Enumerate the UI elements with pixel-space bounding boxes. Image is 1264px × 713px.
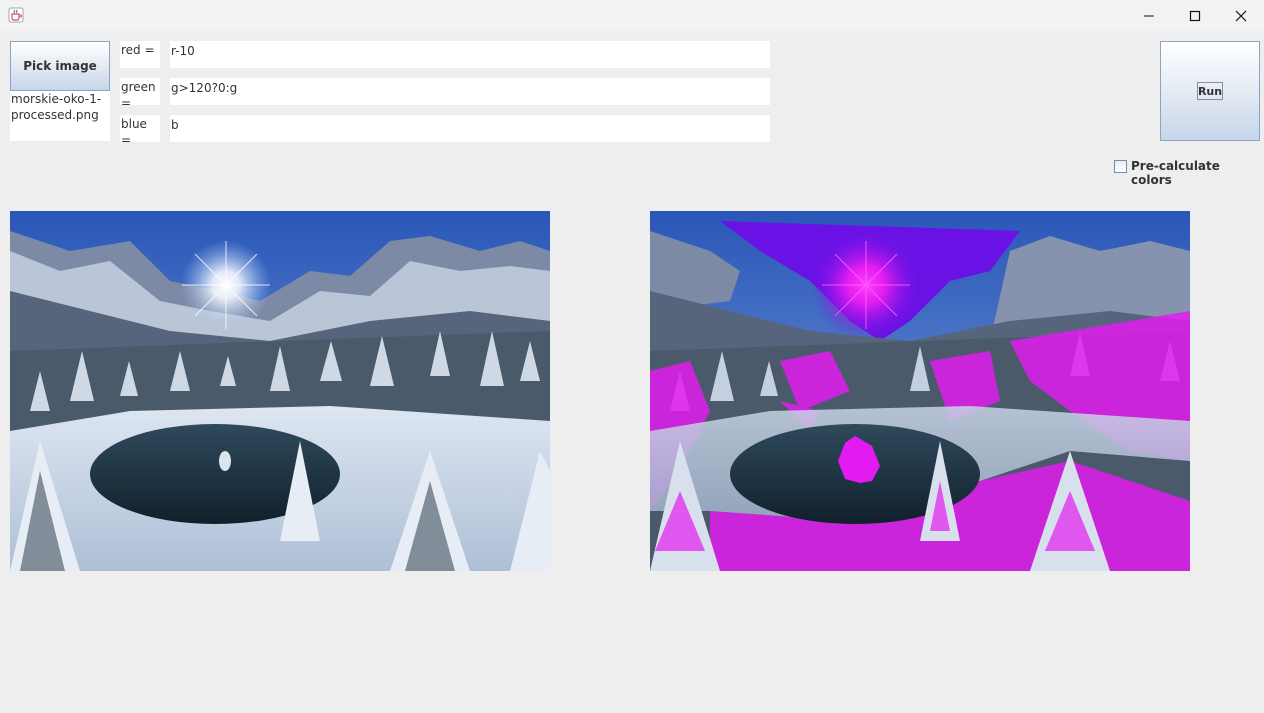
maximize-icon xyxy=(1189,10,1201,21)
processed-image xyxy=(650,211,1190,571)
maximize-button[interactable] xyxy=(1172,0,1218,31)
red-formula-input[interactable] xyxy=(170,41,770,68)
blue-formula-input[interactable] xyxy=(170,115,770,142)
landscape-image xyxy=(10,211,550,571)
precalculate-label: Pre-calculate colors xyxy=(1131,159,1220,187)
precalculate-checkbox[interactable] xyxy=(1114,160,1127,173)
original-image xyxy=(10,211,550,571)
close-button[interactable] xyxy=(1218,0,1264,31)
java-cup-icon[interactable] xyxy=(8,7,24,23)
run-button[interactable]: Run xyxy=(1160,41,1260,141)
blue-label: blue = xyxy=(120,115,160,147)
title-bar xyxy=(0,0,1264,31)
green-label: green = xyxy=(120,78,160,110)
close-icon xyxy=(1235,10,1247,21)
run-label: Run xyxy=(1197,82,1223,100)
minimize-icon xyxy=(1144,15,1154,16)
red-label: red = xyxy=(120,41,160,68)
green-formula-input[interactable] xyxy=(170,78,770,105)
filename-label: morskie-oko-1- processed.png xyxy=(10,91,110,141)
landscape-image-processed xyxy=(650,211,1190,571)
pick-image-button[interactable]: Pick image xyxy=(10,41,110,91)
minimize-button[interactable] xyxy=(1126,0,1172,31)
